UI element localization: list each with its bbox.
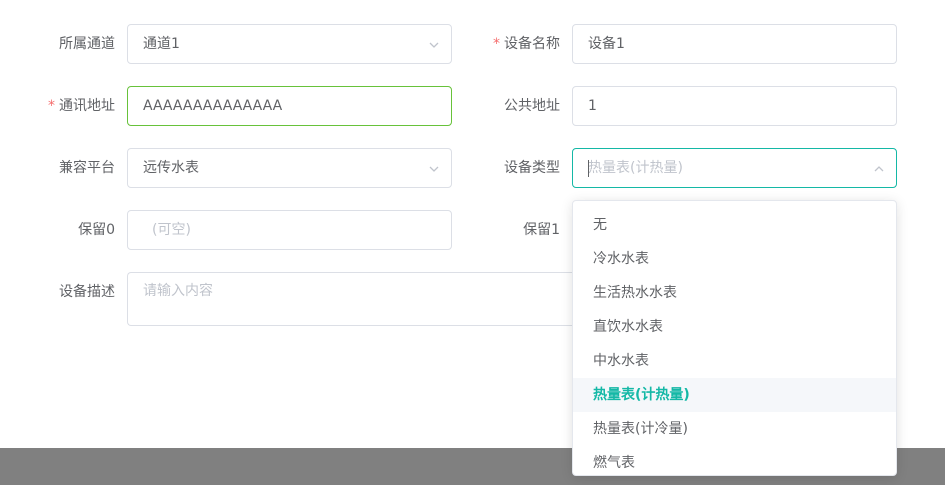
dropdown-option[interactable]: 中水水表 — [573, 344, 896, 378]
chevron-down-icon — [427, 162, 441, 176]
device-type-select[interactable]: 热量表(计热量) — [572, 148, 897, 188]
device-name-label: * 设备名称 — [493, 36, 560, 52]
device-name-value: 设备1 — [588, 36, 625, 52]
platform-label: 兼容平台 — [59, 160, 115, 176]
required-mark: * — [48, 98, 55, 114]
platform-value: 远传水表 — [143, 160, 199, 176]
dropdown-option[interactable]: 生活热水水表 — [573, 276, 896, 310]
device-name-input[interactable]: 设备1 — [572, 24, 897, 64]
chevron-up-icon — [872, 162, 886, 176]
channel-label: 所属通道 — [59, 36, 115, 52]
channel-select[interactable]: 通道1 — [127, 24, 452, 64]
reserved0-input[interactable]: (可空) — [127, 210, 452, 250]
description-placeholder: 请输入内容 — [143, 283, 213, 299]
dropdown-option[interactable]: 冷水水表 — [573, 242, 896, 276]
platform-select[interactable]: 远传水表 — [127, 148, 452, 188]
dropdown-option[interactable]: 直饮水水表 — [573, 310, 896, 344]
public-address-value: 1 — [588, 98, 597, 114]
reserved0-placeholder: (可空) — [152, 222, 191, 238]
public-address-label: 公共地址 — [504, 98, 560, 114]
comm-address-label: * 通讯地址 — [48, 98, 115, 114]
description-label: 设备描述 — [59, 284, 115, 300]
comm-address-value: AAAAAAAAAAAAAA — [143, 98, 283, 114]
reserved1-label: 保留1 — [523, 222, 560, 238]
required-mark: * — [493, 36, 500, 52]
dropdown-option[interactable]: 热量表(计冷量) — [573, 412, 896, 446]
dropdown-option[interactable]: 燃气表 — [573, 446, 896, 475]
device-type-label: 设备类型 — [504, 160, 560, 176]
device-type-dropdown: 无 冷水水表 生活热水水表 直饮水水表 中水水表 热量表(计热量) 热量表(计冷… — [572, 200, 897, 476]
chevron-down-icon — [427, 38, 441, 52]
device-type-placeholder: 热量表(计热量) — [588, 160, 683, 176]
comm-address-input[interactable]: AAAAAAAAAAAAAA — [127, 86, 452, 126]
description-textarea[interactable]: 请输入内容 — [127, 272, 587, 326]
dropdown-option[interactable]: 无 — [573, 208, 896, 242]
text-cursor — [588, 160, 589, 177]
reserved0-label: 保留0 — [78, 222, 115, 238]
dropdown-option-selected[interactable]: 热量表(计热量) — [573, 378, 896, 412]
channel-value: 通道1 — [143, 36, 180, 52]
public-address-input[interactable]: 1 — [572, 86, 897, 126]
